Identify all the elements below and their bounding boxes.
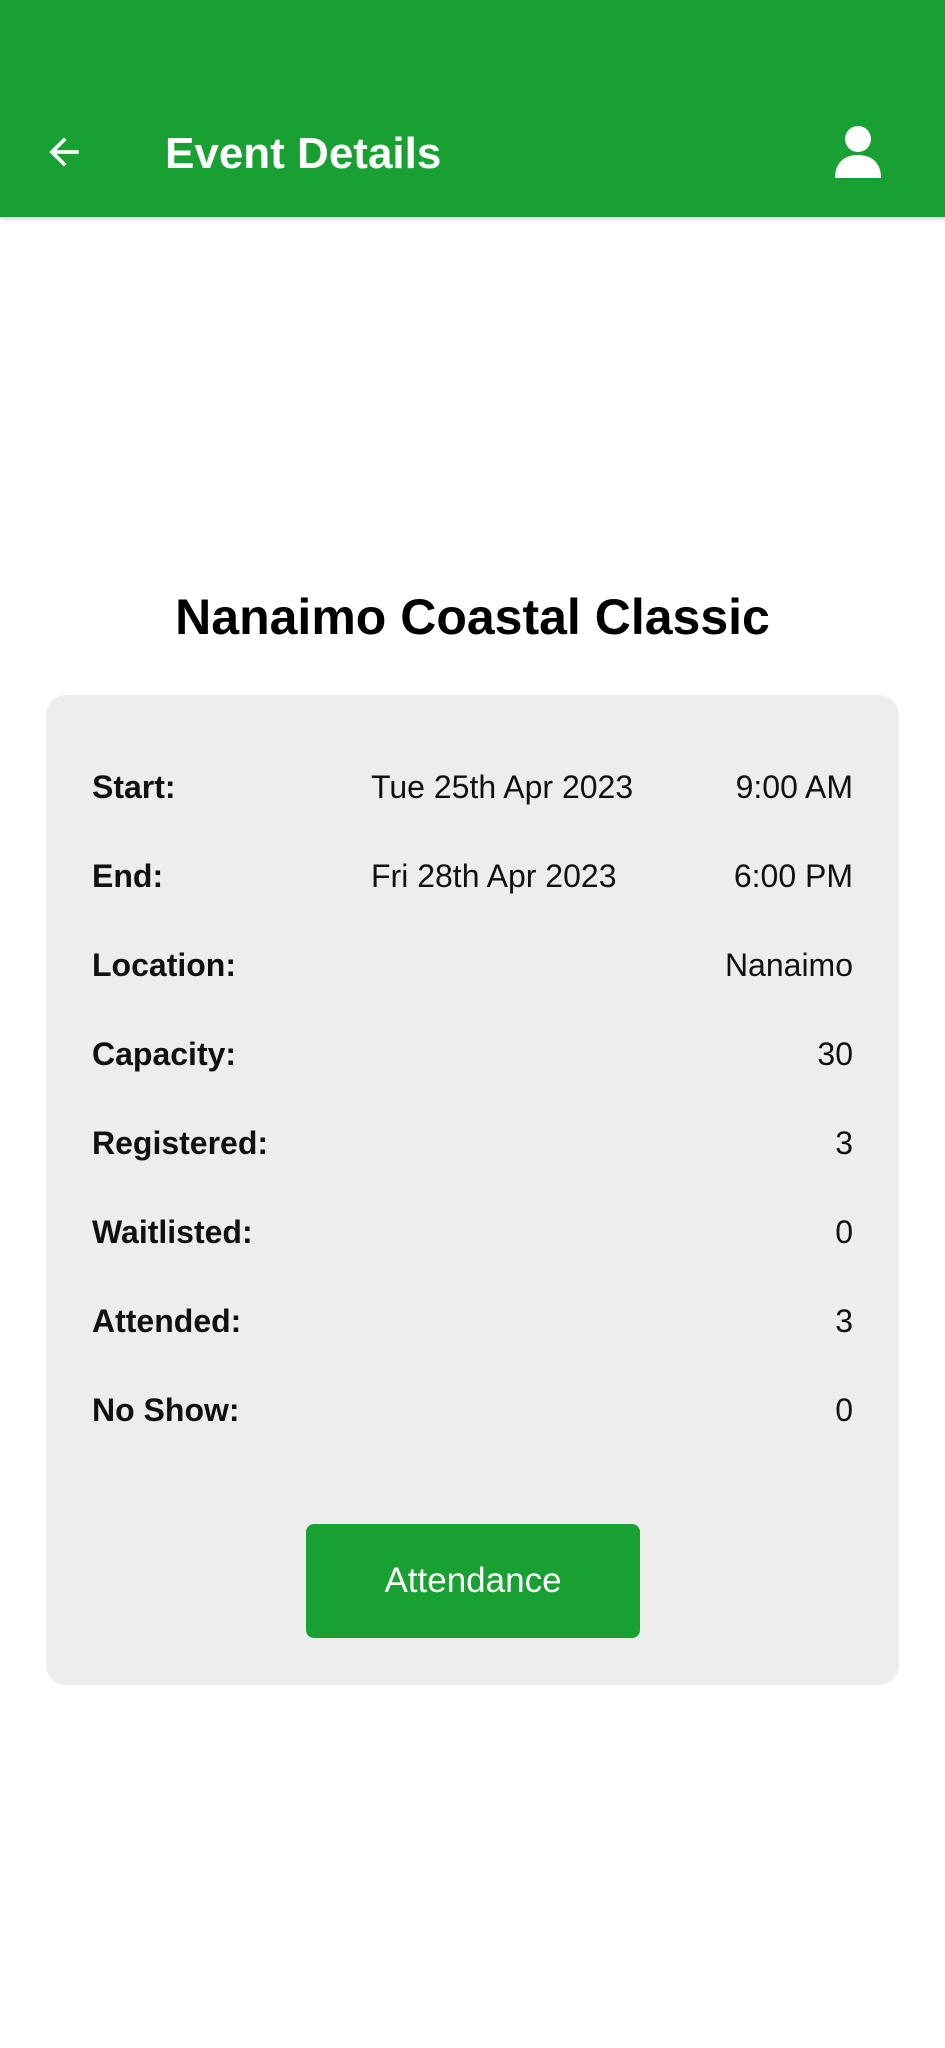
waitlisted-row: Waitlisted: 0: [92, 1207, 853, 1257]
location-label: Location:: [92, 947, 236, 983]
end-time: 6:00 PM: [733, 858, 853, 894]
registered-value: 3: [835, 1125, 853, 1161]
event-details-card: Start: Tue 25th Apr 2023 9:00 AM End: Fr…: [46, 695, 899, 1685]
end-date: Fri 28th Apr 2023: [371, 858, 617, 894]
event-title: Nanaimo Coastal Classic: [175, 589, 770, 645]
location-row: Location: Nanaimo: [92, 940, 853, 990]
page-title: Event Details: [165, 129, 442, 178]
attended-row: Attended: 3: [92, 1296, 853, 1346]
capacity-label: Capacity:: [92, 1036, 237, 1072]
end-row: End: Fri 28th Apr 2023 6:00 PM: [92, 851, 853, 901]
capacity-value: 30: [817, 1036, 853, 1072]
attended-label: Attended:: [92, 1303, 242, 1339]
attended-value: 3: [835, 1303, 853, 1339]
location-value: Nanaimo: [724, 947, 853, 983]
back-button[interactable]: [34, 122, 94, 182]
end-label: End:: [92, 858, 164, 894]
profile-button[interactable]: [826, 120, 890, 184]
start-label: Start:: [92, 769, 176, 805]
attendance-button[interactable]: Attendance: [306, 1524, 640, 1638]
waitlisted-value: 0: [835, 1214, 853, 1250]
no-show-value: 0: [835, 1392, 853, 1428]
person-icon: [835, 126, 881, 178]
registered-row: Registered: 3: [92, 1118, 853, 1168]
app-bar: Event Details: [0, 0, 945, 217]
waitlisted-label: Waitlisted:: [92, 1214, 253, 1250]
no-show-row: No Show: 0: [92, 1385, 853, 1435]
registered-label: Registered:: [92, 1125, 269, 1161]
start-row: Start: Tue 25th Apr 2023 9:00 AM: [92, 762, 853, 812]
arrow-left-icon: [49, 137, 79, 167]
start-time: 9:00 AM: [735, 769, 853, 805]
start-date: Tue 25th Apr 2023: [371, 769, 634, 805]
capacity-row: Capacity: 30: [92, 1029, 853, 1079]
no-show-label: No Show:: [92, 1392, 240, 1428]
